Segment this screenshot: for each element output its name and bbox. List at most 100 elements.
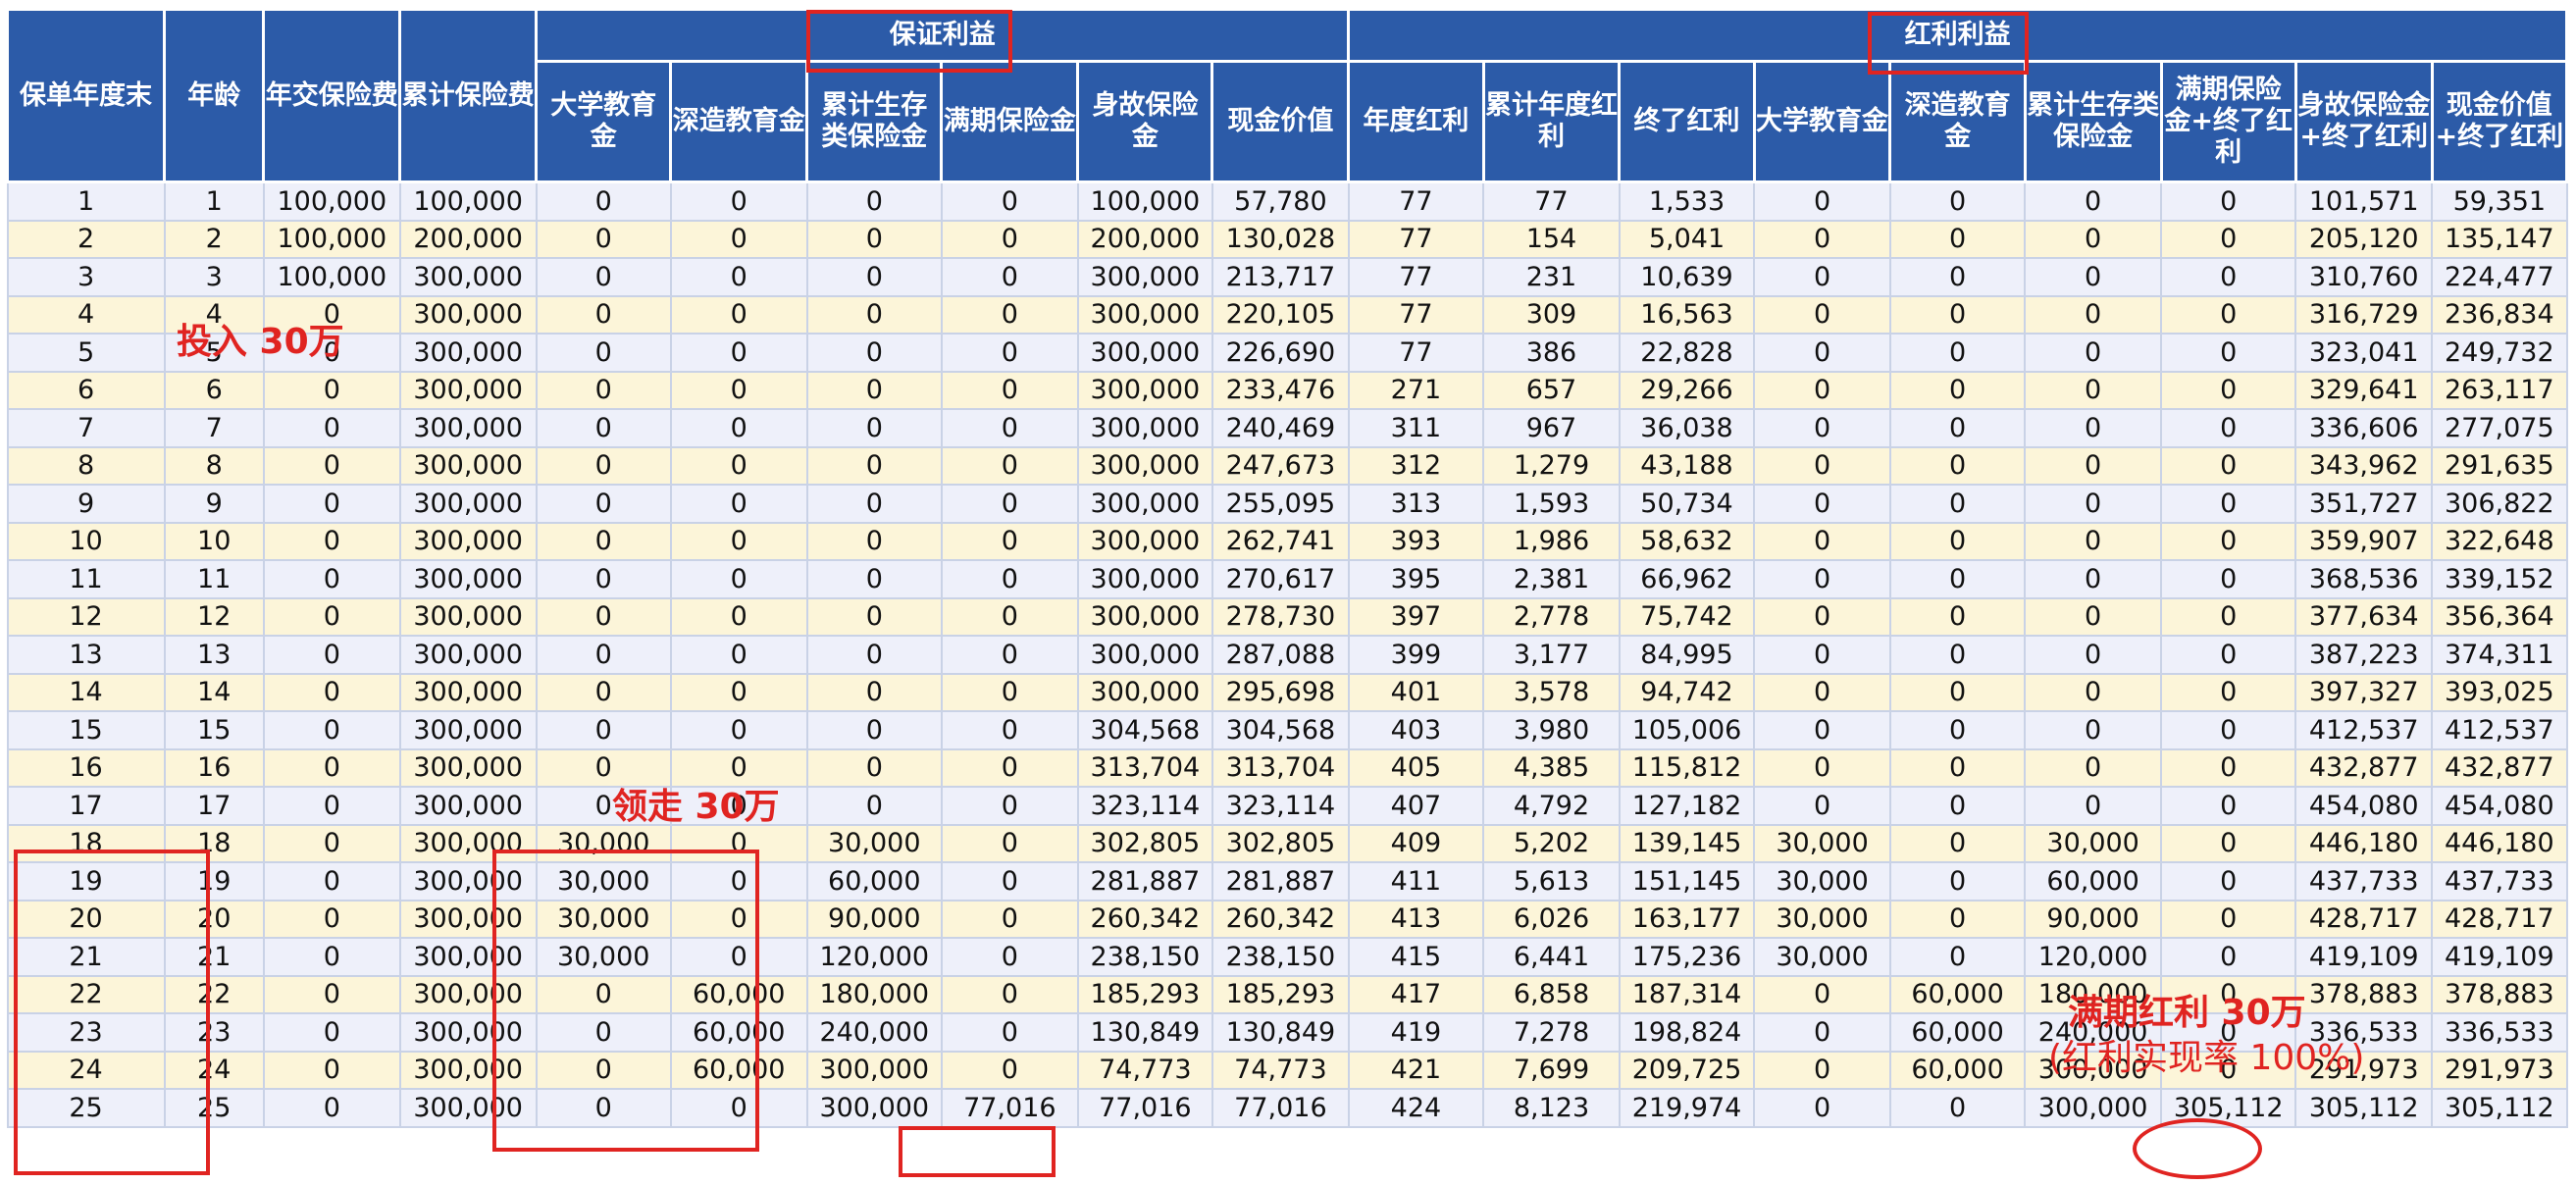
table-cell: 313,704 [1211, 747, 1350, 788]
table-cell: 0 [1888, 596, 2027, 637]
table-cell: 127,182 [1618, 786, 1756, 826]
table-cell: 432,877 [2294, 747, 2434, 788]
table-cell: 4,792 [1482, 786, 1621, 826]
dividend-header-highlight [1868, 12, 2029, 75]
table-cell: 16,563 [1618, 294, 1756, 335]
table-cell: 22,828 [1618, 333, 1756, 373]
table-cell: 0 [805, 219, 943, 259]
table-cell: 387,223 [2294, 635, 2434, 675]
table-cell: 60,000 [1888, 1012, 2027, 1053]
table-row: 3 3 100,000 300,000 0 0 0 0 300,000 213,717 77 231 1… [6, 257, 2568, 297]
table-cell: 260,342 [1076, 899, 1213, 939]
table-cell: 0 [1888, 219, 2027, 259]
table-cell: 300,000 [398, 333, 538, 373]
subheader-cell: 大学教育金 [1752, 60, 1892, 183]
table-cell: 213,717 [1211, 257, 1350, 297]
table-cell: 5,041 [1618, 219, 1756, 259]
table-cell: 368,536 [2294, 559, 2434, 599]
table-cell: 0 [2160, 786, 2297, 826]
table-cell: 323,114 [1076, 786, 1213, 826]
table-cell: 0 [2024, 786, 2163, 826]
table-cell: 278,730 [1211, 596, 1350, 637]
table-cell: 446,180 [2431, 823, 2568, 863]
table-cell: 0 [262, 786, 401, 826]
table-cell: 120,000 [2024, 937, 2163, 977]
table-row: 15 15 0 300,000 0 0 0 0 304,568 304,568 403 3,980 10… [6, 710, 2568, 750]
table-cell: 139,145 [1618, 823, 1756, 863]
table-cell: 270,617 [1211, 559, 1350, 599]
subheader-cell: 深造教育金 [669, 60, 809, 183]
table-cell: 0 [1753, 180, 1891, 222]
table-cell: 0 [940, 899, 1079, 939]
table-cell: 1,986 [1482, 521, 1621, 561]
col-cumulative-premium: 累计保险费 [398, 8, 539, 183]
subheader-cell: 现金价值 [1211, 60, 1351, 183]
table-cell: 0 [940, 408, 1079, 448]
table-cell: 305,112 [2431, 1088, 2568, 1128]
subheader-cell: 满期保险金+终了红利 [2159, 60, 2297, 183]
table-cell: 0 [805, 370, 943, 410]
table-cell: 377,634 [2294, 596, 2434, 637]
table-cell: 6 [6, 370, 166, 410]
table-cell: 0 [535, 257, 672, 297]
table-cell: 395 [1347, 559, 1485, 599]
table-cell: 419,109 [2431, 937, 2568, 977]
table-cell: 14 [6, 672, 166, 712]
table-cell: 0 [535, 445, 672, 486]
table-cell: 454,080 [2294, 786, 2434, 826]
table-cell: 75,742 [1618, 596, 1756, 637]
table-row: 18 18 0 300,000 30,000 0 30,000 0 302,805 302,805… [6, 823, 2568, 863]
table-cell: 0 [669, 294, 808, 335]
table-cell: 0 [2024, 484, 2163, 524]
table-cell: 0 [262, 1012, 401, 1053]
table-cell: 224,477 [2431, 257, 2568, 297]
table-cell: 5,202 [1482, 823, 1621, 863]
guaranteed-header-highlight [806, 10, 1012, 73]
table-cell: 0 [669, 559, 808, 599]
table-cell: 0 [940, 294, 1079, 335]
table-cell: 0 [1753, 484, 1891, 524]
table-cell: 0 [2160, 710, 2297, 750]
table-cell: 300,000 [398, 445, 538, 486]
table-cell: 0 [1753, 1050, 1891, 1090]
table-cell: 10 [6, 521, 166, 561]
table-cell: 397,327 [2294, 672, 2434, 712]
table-cell: 300,000 [1076, 521, 1213, 561]
table-cell: 287,088 [1211, 635, 1350, 675]
table-cell: 30,000 [1753, 861, 1891, 902]
table-cell: 0 [940, 521, 1079, 561]
table-cell: 90,000 [2024, 899, 2163, 939]
table-cell: 0 [2160, 180, 2297, 222]
table-cell: 0 [669, 672, 808, 712]
table-cell: 412,537 [2294, 710, 2434, 750]
table-cell: 0 [1888, 1088, 2027, 1128]
table-cell: 0 [262, 1088, 401, 1128]
table-cell: 2 [6, 219, 166, 259]
table-cell: 0 [1753, 710, 1891, 750]
table-cell: 238,150 [1076, 937, 1213, 977]
table-cell: 151,145 [1618, 861, 1756, 902]
table-cell: 233,476 [1211, 370, 1350, 410]
table-cell: 14 [163, 672, 265, 712]
table-cell: 0 [940, 219, 1079, 259]
table-cell: 94,742 [1618, 672, 1756, 712]
table-cell: 77 [1347, 257, 1485, 297]
table-cell: 312 [1347, 445, 1485, 486]
table-cell: 0 [262, 747, 401, 788]
table-cell: 240,000 [805, 1012, 943, 1053]
table-cell: 311 [1347, 408, 1485, 448]
table-cell: 322,648 [2431, 521, 2568, 561]
table-cell: 0 [2024, 559, 2163, 599]
table-cell: 0 [805, 596, 943, 637]
table-cell: 0 [805, 408, 943, 448]
table-cell: 336,606 [2294, 408, 2434, 448]
table-row: 7 7 0 300,000 0 0 0 0 300,000 240,469 311 967 36,038… [6, 408, 2568, 448]
table-cell: 300,000 [398, 596, 538, 637]
table-cell: 421 [1347, 1050, 1485, 1090]
table-cell: 10 [163, 521, 265, 561]
table-cell: 12 [163, 596, 265, 637]
table-cell: 130,028 [1211, 219, 1350, 259]
subheader-cell: 深造教育金 [1888, 60, 2027, 183]
table-cell: 3 [6, 257, 166, 297]
table-cell: 2,381 [1482, 559, 1621, 599]
